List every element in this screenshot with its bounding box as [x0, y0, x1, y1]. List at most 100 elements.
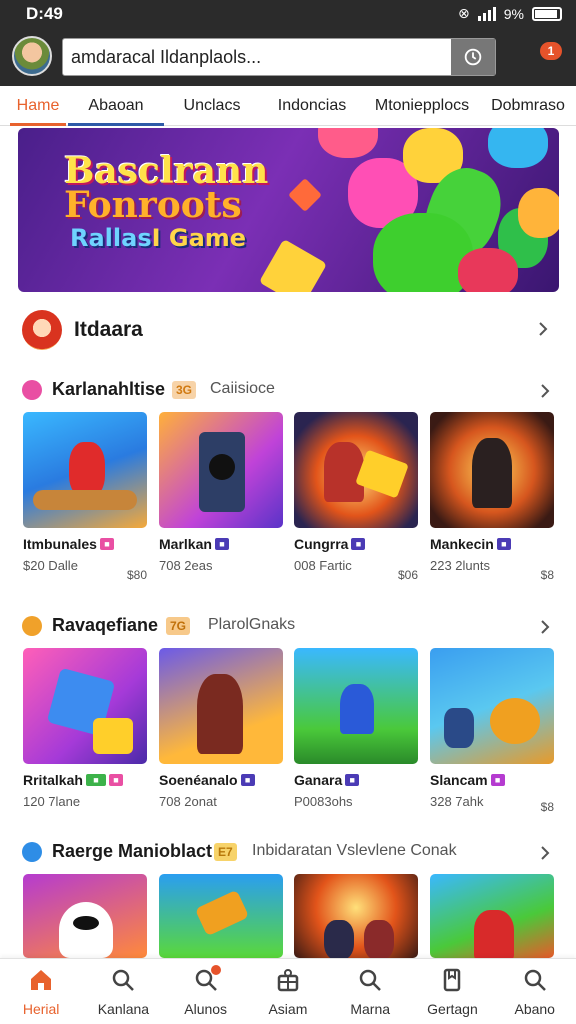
- game-card[interactable]: Mankecin ■ 223 2lunts $8: [430, 412, 554, 582]
- section-subtitle: PlarolGnaks: [208, 616, 296, 633]
- notification-button[interactable]: 1: [536, 42, 562, 66]
- battery-icon: [532, 6, 562, 21]
- nav-label: Alunos: [184, 1001, 228, 1017]
- section-tag: E7: [214, 843, 237, 861]
- badge-icon: ■: [85, 774, 106, 786]
- character-art: [444, 708, 474, 748]
- character-art: [324, 920, 354, 958]
- profile-avatar: [22, 310, 62, 350]
- game-price: $06: [397, 568, 418, 582]
- search-icon: [113, 969, 135, 991]
- tab-indoncias[interactable]: Indoncias: [260, 86, 364, 126]
- game-card[interactable]: [430, 874, 554, 958]
- game-title-row: Rritalkah ■ ■: [23, 772, 147, 788]
- promo-banner[interactable]: Basclrann Fonroots RallasI Game: [18, 128, 559, 292]
- badge-icon: ■: [351, 538, 366, 550]
- game-price: $80: [126, 568, 147, 582]
- profile-row[interactable]: Itdaara: [18, 308, 558, 352]
- game-title: Soenéanalo: [159, 772, 238, 788]
- nav-item-marna[interactable]: Marna: [329, 959, 411, 1024]
- search-button[interactable]: [451, 39, 495, 75]
- game-card[interactable]: [23, 874, 147, 958]
- character-art: [472, 438, 512, 508]
- status-icons: ⊗ 9%: [458, 5, 562, 22]
- game-title: Rritalkah: [23, 772, 83, 788]
- status-bar: D:49 ⊗ 9%: [0, 0, 576, 28]
- location-icon: ⊗: [458, 5, 470, 21]
- game-title-row: Ganara ■: [294, 772, 418, 788]
- avatar[interactable]: [12, 36, 52, 76]
- game-thumbnail: [294, 648, 418, 764]
- decor-blob: [458, 248, 518, 292]
- game-thumbnail: [294, 412, 418, 528]
- game-card[interactable]: Soenéanalo ■ 708 2onat: [159, 648, 283, 809]
- decor-blob: [318, 128, 378, 158]
- nav-item-gertagn[interactable]: Gertagn: [411, 959, 493, 1024]
- decor-star: [288, 178, 322, 212]
- chevron-right-icon[interactable]: [538, 846, 552, 860]
- game-thumbnail: [159, 648, 283, 764]
- game-title-row: Cungrra ■: [294, 536, 418, 552]
- game-title: Slancam: [430, 772, 488, 788]
- nav-label: Kanlana: [97, 1001, 150, 1017]
- badge-icon: ■: [240, 774, 255, 786]
- search-bar: [62, 38, 496, 76]
- tab-unclacs[interactable]: Unclacs: [164, 86, 260, 126]
- game-card[interactable]: Itmbunales ■ $20 Dalle $80: [23, 412, 147, 582]
- game-thumbnail: [294, 874, 418, 958]
- game-thumbnail: [159, 874, 283, 958]
- character-art: [490, 698, 540, 744]
- section-header[interactable]: Ravaqefiane 7G PlarolGnaks: [22, 611, 556, 641]
- section-subtitle: Caiisioce: [210, 380, 275, 397]
- nav-item-asiam[interactable]: Asiam: [247, 959, 329, 1024]
- game-title: Cungrra: [294, 536, 349, 552]
- badge-icon: ■: [214, 538, 229, 550]
- tab-dobmraso[interactable]: Dobmraso: [480, 86, 576, 126]
- section-tag: 7G: [166, 617, 191, 635]
- nav-item-home[interactable]: Herial: [0, 959, 82, 1024]
- tab-mtoniepplocs[interactable]: Mtoniepplocs: [364, 86, 480, 126]
- bottom-nav: Herial Kanlana Alunos Asiam Marna Gertag…: [0, 958, 576, 1024]
- game-meta: 328 7ahk: [430, 794, 484, 809]
- section-title: Raerge Manioblact: [52, 841, 213, 861]
- banner-title-3: RallasI Game: [70, 224, 247, 252]
- category-tabs: Hame Abaoan Unclacs Indoncias Mtoniepplo…: [0, 86, 576, 126]
- nav-item-abano[interactable]: Abano: [494, 959, 576, 1024]
- section-title: Karlanahltise: [52, 379, 166, 399]
- chevron-right-icon[interactable]: [538, 620, 552, 634]
- game-card[interactable]: [294, 874, 418, 958]
- nav-label: Abano: [514, 1001, 555, 1017]
- game-title-row: Soenéanalo ■: [159, 772, 283, 788]
- home-icon: [31, 970, 51, 990]
- game-card[interactable]: [159, 874, 283, 958]
- character-art: [474, 910, 514, 958]
- chevron-right-icon[interactable]: [538, 384, 552, 398]
- section-tag: 3G: [172, 381, 197, 399]
- game-title-row: Slancam ■: [430, 772, 554, 788]
- game-card[interactable]: Cungrra ■ 008 Fartic $06: [294, 412, 418, 582]
- game-title: Itmbunales: [23, 536, 97, 552]
- nav-item-kanlana[interactable]: Kanlana: [82, 959, 164, 1024]
- tab-abaoan[interactable]: Abaoan: [68, 86, 164, 126]
- game-card[interactable]: Slancam ■ 328 7ahk $8: [430, 648, 554, 814]
- game-thumbnail: [23, 648, 147, 764]
- game-thumbnail: [159, 412, 283, 528]
- section-title: Ravaqefiane: [52, 615, 159, 635]
- notification-dot: [210, 965, 221, 975]
- game-card[interactable]: Ganara ■ P0083ohs: [294, 648, 418, 809]
- nav-item-alunos[interactable]: Alunos: [165, 959, 247, 1024]
- game-card[interactable]: Marlkan ■ 708 2eas: [159, 412, 283, 573]
- search-input[interactable]: [71, 45, 461, 69]
- game-title: Mankecin: [430, 536, 494, 552]
- section-header[interactable]: Karlanahltise 3G Caiisioce: [22, 375, 556, 405]
- character-art: [364, 920, 394, 958]
- gift-icon: [277, 969, 299, 992]
- tab-home[interactable]: Hame: [10, 86, 66, 126]
- chevron-right-icon[interactable]: [536, 322, 550, 336]
- game-card[interactable]: Rritalkah ■ ■ 120 7lane: [23, 648, 147, 809]
- cube-art: [93, 718, 133, 754]
- section-header[interactable]: Raerge Manioblact E7 Inbidaratan Vslevle…: [22, 837, 556, 867]
- badge-icon: ■: [496, 538, 511, 550]
- game-thumbnail: [430, 412, 554, 528]
- game-price: $8: [540, 568, 554, 582]
